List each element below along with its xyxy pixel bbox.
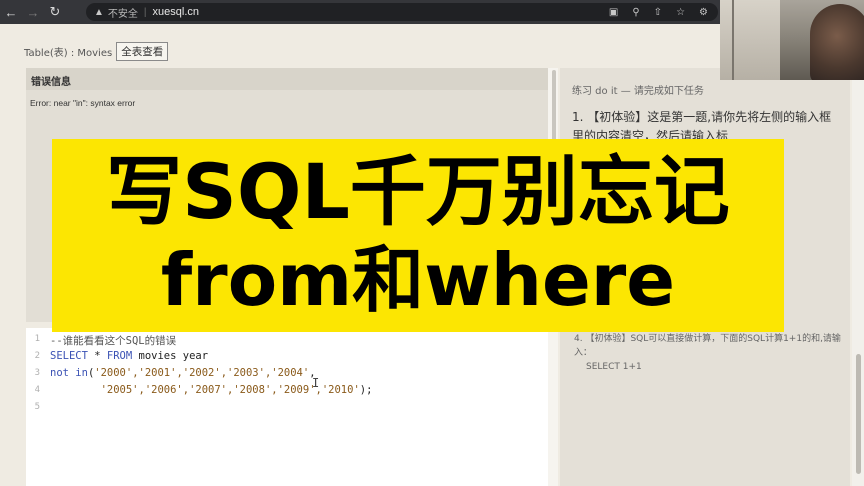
code-text: movies year <box>132 350 209 362</box>
editor-line: 4 '2005','2006','2007','2008','2009','20… <box>26 383 548 400</box>
line-number: 4 <box>34 385 40 395</box>
address-bar[interactable]: ▲ 不安全 | xuesql.cn ▣ ⚲ ⇧ ☆ ⚙ <box>86 3 718 21</box>
line-number: 2 <box>34 351 40 361</box>
code-comment: --谁能看看这个SQL的错误 <box>50 335 177 347</box>
screen: ← → ↻ ▲ 不安全 | xuesql.cn ▣ ⚲ ⇧ ☆ ⚙ Table(… <box>0 0 864 486</box>
editor-line: 1 --谁能看看这个SQL的错误 <box>26 332 548 349</box>
bookmark-star-icon[interactable]: ☆ <box>676 7 685 18</box>
task-scrollbar-thumb[interactable] <box>856 354 861 474</box>
code-text: * <box>87 350 107 362</box>
line-number: 1 <box>34 334 40 344</box>
code-keyword: SELECT <box>50 350 88 362</box>
webcam-overlay <box>720 0 864 80</box>
code-keyword: not in <box>50 367 88 379</box>
editor-line: 3 not in('2000','2001','2002','2003','20… <box>26 366 548 383</box>
url-text[interactable]: xuesql.cn <box>153 6 199 18</box>
url-separator: | <box>143 6 147 18</box>
error-message: Error: near "in": syntax error <box>30 98 136 108</box>
table-bar: Table(表) : Movies 全表查看 <box>24 42 169 61</box>
back-icon[interactable]: ← <box>0 0 22 24</box>
task-heading: 练习 do it — 请完成如下任务 <box>572 86 704 97</box>
line-number: 3 <box>34 368 40 378</box>
warning-icon[interactable]: ▲ <box>94 7 104 18</box>
forward-icon[interactable]: → <box>22 0 44 24</box>
webcam-background-line <box>732 0 734 80</box>
error-title: 错误信息 <box>26 68 548 90</box>
editor-line: 5 <box>26 400 548 417</box>
task-4-question: 4. 【初体验】SQL可以直接做计算，下面的SQL计算1+1的和,请输入： <box>574 334 841 358</box>
editor-line: 2 SELECT * FROM movies year <box>26 349 548 366</box>
line-number: 5 <box>34 402 40 412</box>
task-4: 4. 【初体验】SQL可以直接做计算，下面的SQL计算1+1的和,请输入： SE… <box>574 332 844 374</box>
code-string: '2005','2006','2007','2008','2009','2010… <box>100 384 360 396</box>
reload-icon[interactable]: ↻ <box>44 0 66 24</box>
view-all-button[interactable]: 全表查看 <box>116 42 169 61</box>
webcam-background <box>720 0 780 80</box>
zoom-icon[interactable]: ⚲ <box>632 7 639 18</box>
code-keyword: FROM <box>106 350 133 362</box>
banner-line-1: 写SQL千万别忘记 <box>106 147 730 236</box>
share-icon[interactable]: ⇧ <box>654 7 662 18</box>
banner-line-2: from和where <box>160 238 676 322</box>
sql-editor[interactable]: 1 --谁能看看这个SQL的错误 2 SELECT * FROM movies … <box>26 328 548 486</box>
table-label: Table(表) : Movies <box>24 48 113 59</box>
translate-icon[interactable]: ▣ <box>609 7 618 18</box>
code-string: '2000','2001','2002','2003','2004' <box>94 367 310 379</box>
webcam-person <box>810 4 864 80</box>
text-cursor-icon: I <box>312 376 320 390</box>
task-4-sql: SELECT 1+1 <box>586 362 642 372</box>
title-banner: 写SQL千万别忘记 from和where <box>52 139 784 332</box>
omnibox-actions: ▣ ⚲ ⇧ ☆ ⚙ <box>609 3 708 21</box>
extension-icon[interactable]: ⚙ <box>699 7 708 18</box>
code-text: ); <box>359 384 373 396</box>
insecure-label: 不安全 <box>107 8 138 20</box>
